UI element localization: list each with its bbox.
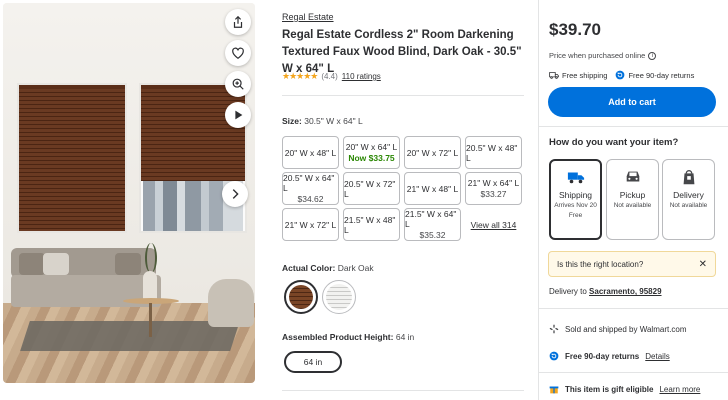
fulfillment-heading: How do you want your item? (549, 137, 679, 148)
size-option[interactable]: 20" W x 64" L Now $33.75 (343, 136, 400, 169)
color-label: Actual Color: (282, 263, 336, 273)
gift-icon (549, 386, 559, 394)
close-icon[interactable]: ✕ (699, 259, 707, 270)
location-prompt: Is this the right location? (557, 259, 644, 269)
ratings-link[interactable]: 110 ratings (342, 72, 381, 81)
size-option[interactable]: 20" W x 72" L (404, 136, 461, 169)
star-rating-icon: ★★★★★ (282, 71, 318, 81)
height-selected: 64 in (395, 332, 415, 342)
product-image-gallery (3, 3, 255, 383)
size-option[interactable]: 20.5" W x 48" L (465, 136, 522, 169)
returns-row: Free 90-day returns Details (549, 351, 670, 361)
fulfillment-shipping[interactable]: Shipping Arrives Nov 20 Free (549, 159, 602, 240)
size-options: 20" W x 48" L 20" W x 64" L Now $33.75 20… (282, 136, 524, 241)
price-note: Price when purchased online i (549, 51, 657, 60)
color-selected: Dark Oak (337, 263, 374, 273)
rating: ★★★★★ (4.4) 110 ratings (282, 71, 381, 82)
size-selected: 30.5" W x 64" L (304, 116, 363, 126)
brand-link[interactable]: Regal Estate (282, 12, 334, 22)
delivery-bag-icon (683, 170, 694, 185)
info-icon[interactable]: i (648, 51, 657, 60)
buy-box: $39.70 Price when purchased online i Fre… (538, 0, 728, 400)
fulfillment-delivery[interactable]: Delivery Not available (662, 159, 715, 240)
returns-icon (616, 70, 625, 80)
walmart-spark-icon (549, 324, 559, 334)
details-link[interactable]: Details (645, 352, 669, 361)
free-returns: Free 90-day returns (615, 70, 694, 80)
size-price: $35.32 (419, 230, 446, 240)
blind-left (19, 85, 125, 231)
size-option[interactable]: 21" W x 72" L (282, 208, 339, 241)
delivery-location: Delivery to Sacramento, 95829 (549, 287, 662, 296)
fulfillment-pickup[interactable]: Pickup Not available (606, 159, 659, 240)
add-to-cart-button[interactable]: Add to cart (548, 87, 716, 117)
size-label: Size: (282, 116, 302, 126)
divider (539, 126, 728, 127)
height-option[interactable]: 64 in (284, 351, 342, 373)
divider (282, 95, 524, 96)
truck-icon (549, 72, 559, 79)
swatch-white[interactable] (322, 280, 356, 314)
price: $39.70 (549, 20, 601, 39)
blind-right (141, 85, 245, 181)
zoom-icon[interactable] (225, 71, 251, 97)
swatch-dark-oak[interactable] (284, 280, 318, 314)
shipping-truck-icon (567, 172, 584, 184)
size-option[interactable]: 20" W x 48" L (282, 136, 339, 169)
divider (539, 308, 728, 309)
size-label-row: Size: 30.5" W x 64" L (282, 116, 363, 126)
divider (282, 390, 524, 391)
learn-more-link[interactable]: Learn more (659, 385, 700, 394)
pickup-car-icon (626, 171, 639, 182)
returns-icon (549, 351, 559, 361)
size-option[interactable]: 21" W x 64" L $33.27 (465, 172, 522, 205)
divider (539, 372, 728, 373)
size-option[interactable]: 21" W x 48" L (404, 172, 461, 205)
height-label: Assembled Product Height: (282, 332, 394, 342)
location-link[interactable]: Sacramento, 95829 (589, 287, 662, 296)
size-price: Now $33.75 (348, 153, 395, 163)
height-label-row: Assembled Product Height: 64 in (282, 332, 414, 342)
size-price: $33.27 (480, 189, 507, 199)
sold-by-row: Sold and shipped by Walmart.com (549, 324, 687, 334)
size-option[interactable]: 20.5" W x 64" L $34.62 (282, 172, 339, 205)
view-all-sizes-link[interactable]: View all 314 (465, 208, 522, 241)
color-label-row: Actual Color: Dark Oak (282, 263, 374, 273)
size-price: $34.62 (297, 194, 324, 204)
share-icon[interactable] (225, 9, 251, 35)
chevron-right-icon[interactable] (222, 181, 248, 207)
location-banner: Is this the right location? ✕ (548, 251, 716, 277)
size-option[interactable]: 20.5" W x 72" L (343, 172, 400, 205)
perks: Free shipping Free 90-day returns (549, 70, 694, 80)
size-option[interactable]: 21.5" W x 64" L $35.32 (404, 208, 461, 241)
rating-value: (4.4) (321, 72, 338, 81)
product-info: Regal Estate Regal Estate Cordless 2" Ro… (282, 0, 526, 400)
free-shipping: Free shipping (549, 70, 607, 80)
heart-icon[interactable] (225, 40, 251, 66)
gift-row: This item is gift eligible Learn more (549, 384, 700, 394)
size-option[interactable]: 21.5" W x 48" L (343, 208, 400, 241)
play-icon[interactable] (225, 102, 251, 128)
product-image[interactable] (3, 3, 255, 383)
